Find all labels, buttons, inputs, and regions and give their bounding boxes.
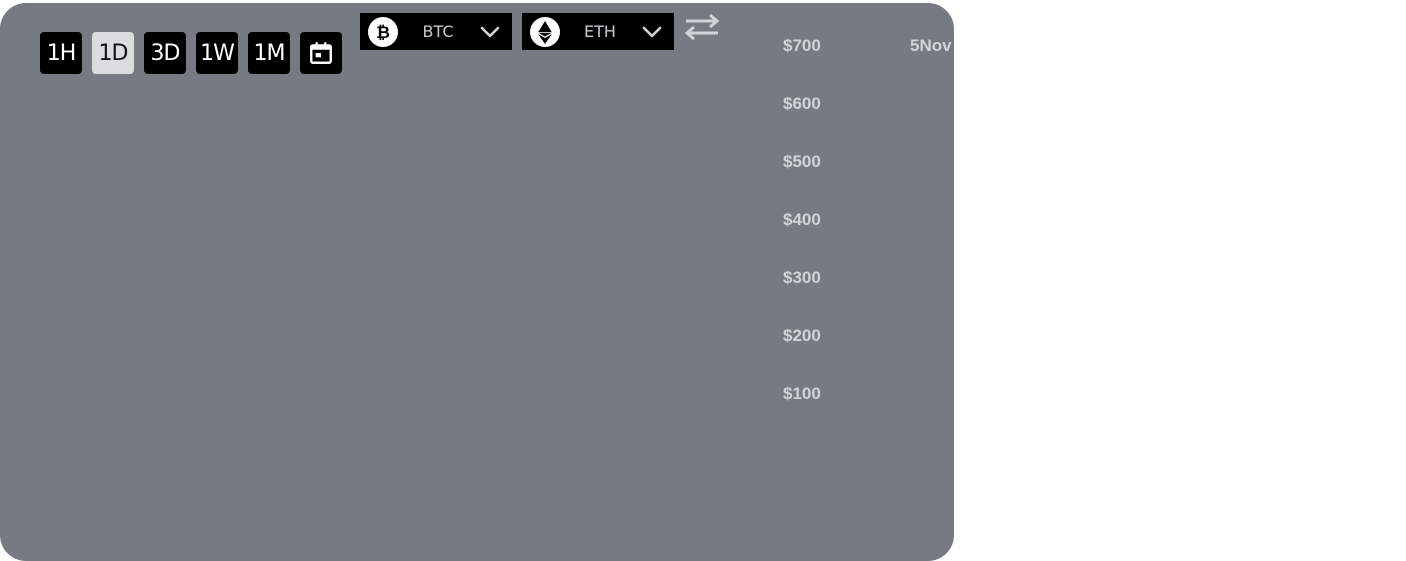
chart-panel: 1H 1D 3D 1W 1M ₿ BTC ETH $700 $600 $500 … <box>0 3 954 561</box>
quote-coin-selector[interactable]: ETH <box>522 13 674 50</box>
x-axis-date-label: 5Nov <box>910 36 952 55</box>
swap-arrows-icon[interactable] <box>684 13 720 41</box>
y-axis-label: $500 <box>783 152 821 171</box>
bitcoin-icon: ₿ <box>368 16 398 47</box>
timeframe-1d-button[interactable]: 1D <box>92 32 134 74</box>
svg-text:₿: ₿ <box>376 23 390 43</box>
calendar-button[interactable] <box>300 32 342 74</box>
calendar-icon <box>310 42 332 64</box>
quote-coin-label: ETH <box>584 22 616 41</box>
y-axis-label: $300 <box>783 268 821 287</box>
y-axis-label: $200 <box>783 326 821 345</box>
timeframe-3d-button[interactable]: 3D <box>144 32 186 74</box>
timeframe-1h-button[interactable]: 1H <box>40 32 82 74</box>
y-axis-label: $700 <box>783 36 821 55</box>
y-axis-label: $600 <box>783 94 821 113</box>
base-coin-selector[interactable]: ₿ BTC <box>360 13 512 50</box>
ethereum-icon <box>530 16 560 47</box>
base-coin-label: BTC <box>422 22 454 41</box>
y-axis-label: $100 <box>783 384 821 403</box>
timeframe-1m-button[interactable]: 1M <box>248 32 290 74</box>
chevron-down-icon <box>478 26 502 38</box>
timeframe-1w-button[interactable]: 1W <box>196 32 238 74</box>
timeframe-selector: 1H 1D 3D 1W 1M <box>40 32 342 74</box>
y-axis-label: $400 <box>783 210 821 229</box>
chevron-down-icon <box>640 26 664 38</box>
